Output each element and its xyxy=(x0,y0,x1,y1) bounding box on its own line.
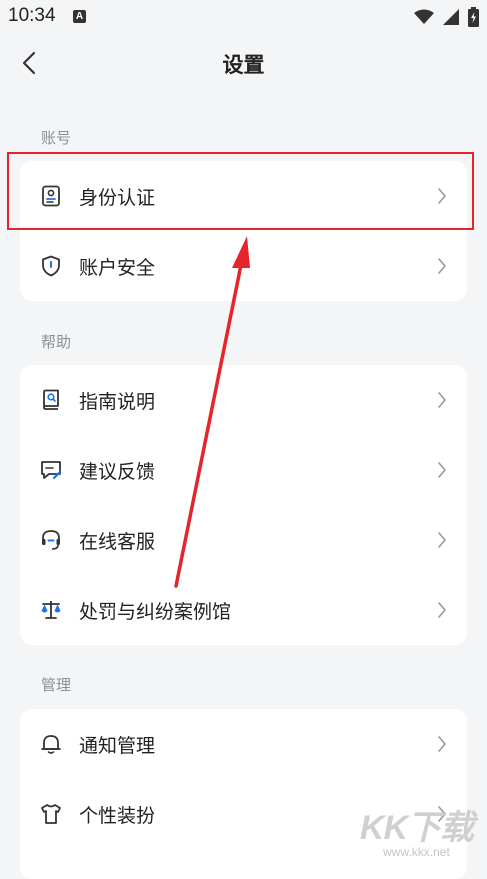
section-label-manage: 管理 xyxy=(41,676,72,694)
notification-badge: A xyxy=(73,10,86,23)
watermark: KK下载 www.kkx.net xyxy=(359,800,474,859)
settings-item-customer-service[interactable]: 在线客服 xyxy=(20,505,467,575)
chevron-right-icon xyxy=(438,736,446,752)
tshirt-icon xyxy=(41,804,61,824)
chevron-right-icon xyxy=(438,602,446,618)
settings-item-label: 处罚与纠纷案例馆 xyxy=(79,601,232,623)
header: 设置 xyxy=(0,34,487,92)
settings-item-label: 指南说明 xyxy=(79,391,156,413)
status-icons xyxy=(414,7,479,27)
watermark-logo: KK下载 xyxy=(359,809,474,847)
scale-icon xyxy=(41,601,61,619)
chevron-right-icon xyxy=(438,258,446,274)
settings-item-label: 个性装扮 xyxy=(79,805,156,827)
highlight-box xyxy=(7,152,474,230)
chevron-right-icon xyxy=(438,532,446,548)
bell-icon xyxy=(41,735,61,754)
battery-icon xyxy=(468,7,479,27)
settings-item-label: 建议反馈 xyxy=(79,461,156,483)
status-bar: 10:34 A xyxy=(0,0,487,34)
chevron-right-icon xyxy=(438,462,446,478)
settings-item-account-security[interactable]: 账户安全 xyxy=(20,231,467,301)
settings-item-notifications[interactable]: 通知管理 xyxy=(20,709,467,779)
chevron-right-icon xyxy=(438,392,446,408)
help-card: 指南说明 建议反馈 在线客服 处罚与纠纷案例馆 xyxy=(20,365,467,645)
wifi-icon xyxy=(414,9,434,24)
shield-icon xyxy=(42,255,60,277)
page-title: 设置 xyxy=(222,53,265,77)
guide-book-icon xyxy=(43,389,59,410)
settings-item-label: 通知管理 xyxy=(79,735,156,757)
settings-item-guide[interactable]: 指南说明 xyxy=(20,365,467,435)
section-label-account: 账号 xyxy=(41,129,72,147)
headset-icon xyxy=(42,530,60,550)
settings-item-feedback[interactable]: 建议反馈 xyxy=(20,435,467,505)
signal-icon xyxy=(443,9,459,25)
section-label-help: 帮助 xyxy=(41,333,72,351)
settings-item-penalty-cases[interactable]: 处罚与纠纷案例馆 xyxy=(20,575,467,645)
status-time: 10:34 xyxy=(8,5,56,26)
feedback-icon xyxy=(41,461,62,480)
settings-item-label: 账户安全 xyxy=(79,257,156,279)
settings-item-label: 在线客服 xyxy=(79,531,156,553)
